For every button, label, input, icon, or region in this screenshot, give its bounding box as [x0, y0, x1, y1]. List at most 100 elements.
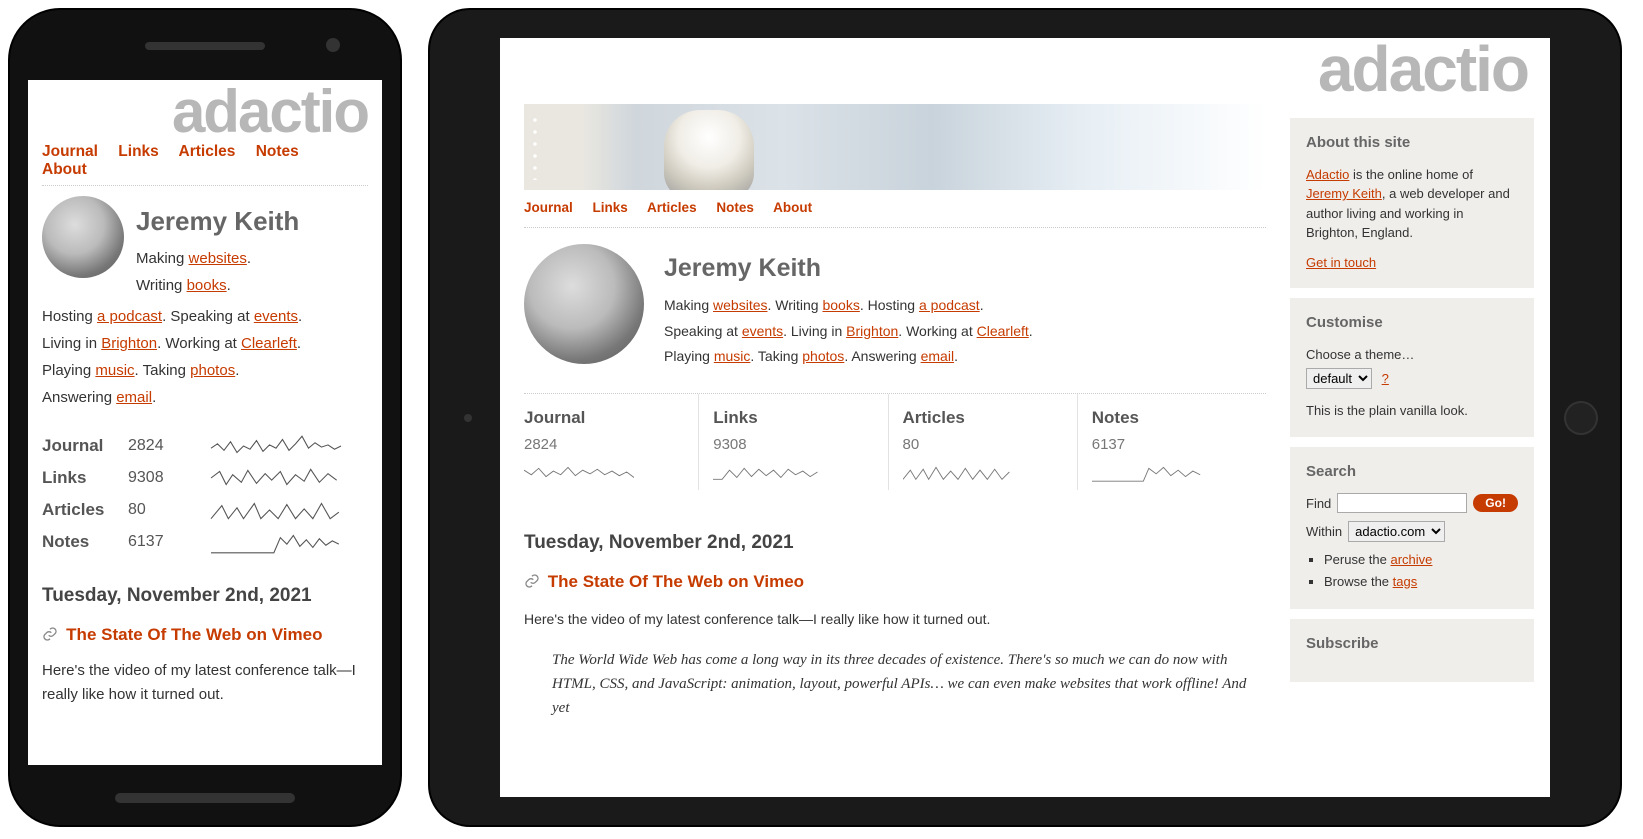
bio-link-events[interactable]: events — [254, 308, 298, 325]
nav-about[interactable]: About — [42, 161, 87, 178]
permalink-icon — [524, 573, 540, 589]
author-name: Jeremy Keith — [664, 254, 1266, 283]
phone-device-frame: adactio Journal Links Articles Notes Abo… — [10, 10, 400, 825]
bio-link-podcast[interactable]: a podcast — [919, 297, 980, 313]
nav-notes[interactable]: Notes — [716, 200, 754, 215]
stat-notes[interactable]: Notes 6137 — [42, 529, 368, 555]
bio-link-email[interactable]: email — [116, 389, 152, 406]
stats-block: Journal 2824 Links 9308 Articles 80 Note… — [42, 433, 368, 555]
sparkline-icon — [184, 465, 368, 491]
banner-dots-icon — [530, 114, 540, 180]
site-logo[interactable]: adactio — [500, 38, 1550, 104]
nav-journal[interactable]: Journal — [524, 200, 573, 215]
primary-nav: Journal Links Articles Notes About — [42, 143, 368, 186]
theme-label: Choose a theme… — [1306, 345, 1518, 365]
stat-articles[interactable]: Articles 80 — [42, 497, 368, 523]
bio-link-books[interactable]: books — [822, 297, 859, 313]
li-text: Peruse the — [1324, 552, 1391, 567]
post-heading[interactable]: The State Of The Web on Vimeo — [524, 572, 1266, 592]
bio-text: Playing — [42, 362, 95, 379]
tablet-screen: adactio Journal Links Articles Notes Abo… — [500, 38, 1550, 797]
sidebar: About this site Adactio is the online ho… — [1290, 104, 1550, 785]
search-go-button[interactable]: Go! — [1473, 494, 1518, 512]
stat-value: 80 — [128, 501, 184, 519]
bio-text: Working at — [165, 335, 241, 352]
contact-link[interactable]: Get in touch — [1306, 255, 1376, 270]
bio-text: Living in — [42, 335, 101, 352]
stats-block: Journal 2824 Links 9308 Articles 80 — [524, 393, 1266, 490]
list-item: Peruse the archive — [1324, 550, 1518, 570]
post-quote: The World Wide Web has come a long way i… — [552, 648, 1266, 720]
about-link-adactio[interactable]: Adactio — [1306, 167, 1349, 182]
bio-link-websites[interactable]: websites — [189, 250, 247, 267]
nav-notes[interactable]: Notes — [256, 143, 299, 160]
bio-link-events[interactable]: events — [742, 323, 783, 339]
primary-nav: Journal Links Articles Notes About — [524, 190, 1266, 228]
stat-articles[interactable]: Articles 80 — [888, 394, 1077, 490]
post-heading[interactable]: The State Of The Web on Vimeo — [42, 625, 368, 645]
stat-journal[interactable]: Journal 2824 — [524, 394, 698, 490]
bio-link-music[interactable]: music — [95, 362, 134, 379]
bio-link-books[interactable]: books — [187, 277, 227, 294]
bio-link-podcast[interactable]: a podcast — [97, 308, 162, 325]
search-heading: Search — [1306, 461, 1518, 484]
bio-link-clearleft[interactable]: Clearleft — [241, 335, 297, 352]
bio-text: Writing — [775, 297, 822, 313]
nav-journal[interactable]: Journal — [42, 143, 98, 160]
site-logo[interactable]: adactio — [42, 86, 368, 137]
stat-links[interactable]: Links 9308 — [698, 394, 887, 490]
search-box: Search Find Go! Within adactio.com Perus… — [1290, 447, 1534, 610]
post-excerpt: Here's the video of my latest conference… — [42, 659, 368, 707]
sparkline-icon — [184, 529, 368, 555]
post-title[interactable]: The State Of The Web on Vimeo — [548, 572, 804, 591]
avatar — [524, 244, 644, 364]
bio-link-brighton[interactable]: Brighton — [846, 323, 898, 339]
post-title[interactable]: The State Of The Web on Vimeo — [66, 625, 322, 644]
nav-links[interactable]: Links — [118, 143, 158, 160]
bio-link-clearleft[interactable]: Clearleft — [977, 323, 1029, 339]
stat-label: Journal — [42, 436, 128, 456]
bio-text: Working at — [906, 323, 977, 339]
bio-link-email[interactable]: email — [921, 348, 954, 364]
bio-text: Playing — [664, 348, 714, 364]
bio-text: Speaking at — [170, 308, 253, 325]
main-column: Journal Links Articles Notes About Jerem… — [500, 104, 1290, 785]
nav-about[interactable]: About — [773, 200, 812, 215]
stat-journal[interactable]: Journal 2824 — [42, 433, 368, 459]
li-text: Browse the — [1324, 574, 1393, 589]
bio-link-music[interactable]: music — [714, 348, 751, 364]
stat-label: Links — [713, 408, 873, 428]
nav-links[interactable]: Links — [593, 200, 628, 215]
bio-text: Taking — [143, 362, 191, 379]
archive-link[interactable]: archive — [1391, 552, 1433, 567]
about-heading: About this site — [1306, 132, 1518, 155]
about-box: About this site Adactio is the online ho… — [1290, 118, 1534, 288]
bio-link-websites[interactable]: websites — [713, 297, 767, 313]
sparkline-icon — [184, 497, 368, 523]
stat-label: Notes — [1092, 408, 1252, 428]
bio-link-photos[interactable]: photos — [802, 348, 844, 364]
search-input[interactable] — [1337, 493, 1467, 513]
about-link-jeremy[interactable]: Jeremy Keith — [1306, 186, 1382, 201]
stat-links[interactable]: Links 9308 — [42, 465, 368, 491]
stat-notes[interactable]: Notes 6137 — [1077, 394, 1266, 490]
bio-text: Hosting — [868, 297, 919, 313]
nav-articles[interactable]: Articles — [647, 200, 697, 215]
avatar — [42, 196, 124, 278]
bio-link-photos[interactable]: photos — [190, 362, 235, 379]
phone-home-bar — [115, 793, 295, 803]
nav-articles[interactable]: Articles — [179, 143, 236, 160]
bio-link-brighton[interactable]: Brighton — [101, 335, 157, 352]
post-date: Tuesday, November 2nd, 2021 — [42, 585, 368, 607]
sparkline-icon — [713, 461, 823, 483]
theme-help-link[interactable]: ? — [1382, 371, 1389, 386]
customise-heading: Customise — [1306, 312, 1518, 335]
theme-select[interactable]: default — [1306, 368, 1372, 389]
within-select[interactable]: adactio.com — [1348, 521, 1445, 542]
stat-value: 6137 — [1092, 436, 1252, 453]
stat-value: 6137 — [128, 533, 184, 551]
author-bio-cont: Hosting a podcast. Speaking at events. L… — [42, 303, 368, 411]
tags-link[interactable]: tags — [1393, 574, 1418, 589]
stat-value: 2824 — [524, 436, 684, 453]
stat-value: 9308 — [128, 469, 184, 487]
